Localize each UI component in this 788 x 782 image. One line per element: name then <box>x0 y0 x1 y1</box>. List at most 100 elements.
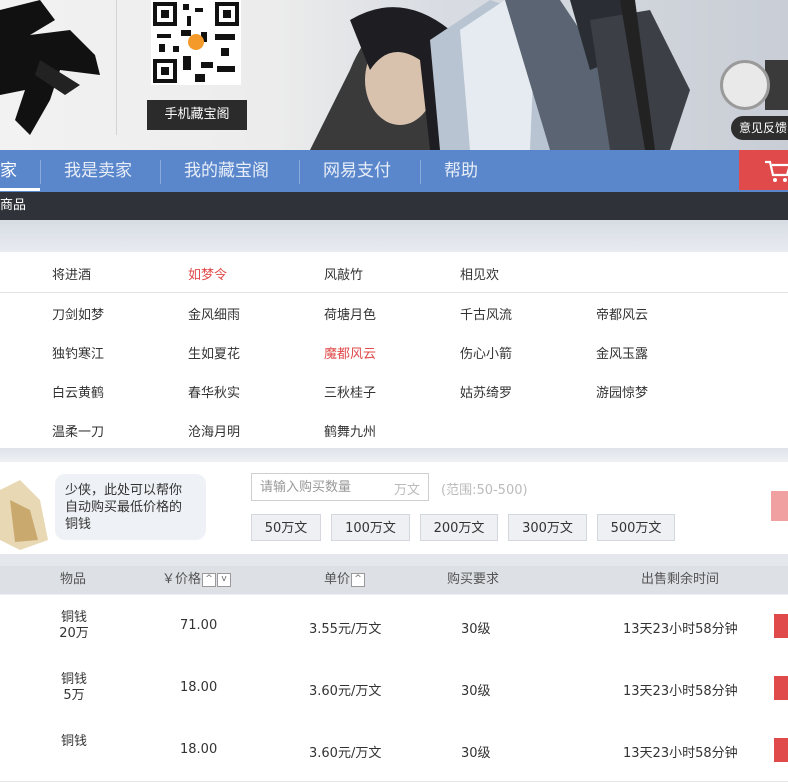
server-item[interactable]: 伤心小箭 <box>460 343 512 362</box>
table-header: 物品 ￥价格 ^ v 单价 ^ 购买要求 出售剩余时间 <box>0 566 788 594</box>
nav-item-my-cbg[interactable]: 我的藏宝阁 <box>184 150 269 192</box>
game-logo-calligraphy <box>0 0 100 135</box>
helper-text-line: 自动购买最低价格的 <box>65 500 183 515</box>
table-row[interactable]: 铜钱 20万 71.00 3.55元/万文 30级 13天23小时58分钟 <box>0 595 788 658</box>
mascot-image <box>0 480 48 550</box>
server-item[interactable]: 魔都风云 <box>324 343 376 362</box>
item-cell: 铜钱 20万 <box>44 610 104 642</box>
table-row[interactable]: 铜钱 5万 18.00 3.60元/万文 30级 13天23小时58分钟 <box>0 657 788 720</box>
quantity-range-hint: (范围:50-500) <box>441 483 528 498</box>
server-row-top: 将进酒 如梦令 风敲竹 相见欢 <box>0 252 788 293</box>
column-header-remaining: 出售剩余时间 <box>641 572 720 587</box>
nav-active-indicator <box>0 188 40 191</box>
requirement-cell: 30级 <box>461 684 491 699</box>
column-header-price[interactable]: ￥价格 ^ v <box>162 566 232 594</box>
quantity-unit: 万文 <box>393 483 420 498</box>
price-cell: 18.00 <box>180 680 218 695</box>
server-item[interactable]: 将进酒 <box>52 264 91 283</box>
server-item[interactable]: 沧海月明 <box>188 421 240 440</box>
server-item[interactable]: 金风玉露 <box>596 343 648 362</box>
nav-item-help[interactable]: 帮助 <box>444 150 478 192</box>
server-item[interactable]: 相见欢 <box>460 264 499 283</box>
amount-500-button[interactable]: 500万文 <box>597 514 675 541</box>
sort-asc-icon[interactable]: ^ <box>351 572 366 587</box>
sort-desc-icon[interactable]: v <box>217 572 232 587</box>
quantity-field: 万文 <box>251 473 429 501</box>
server-item[interactable]: 白云黄鹤 <box>52 382 104 401</box>
requirement-cell: 30级 <box>461 746 491 761</box>
main-nav: 家 我是卖家 我的藏宝阁 网易支付 帮助 <box>0 150 788 192</box>
helper-speech-bubble: 少侠，此处可以帮你 自动购买最低价格的 铜钱 <box>55 474 206 540</box>
nav-separator <box>420 160 421 184</box>
server-list: 将进酒 如梦令 风敲竹 相见欢 刀剑如梦 金风细雨 荷塘月色 千古风流 帝都风云… <box>0 252 788 448</box>
server-item[interactable]: 刀剑如梦 <box>52 304 104 323</box>
server-item[interactable]: 温柔一刀 <box>52 421 104 440</box>
server-item[interactable]: 姑苏绮罗 <box>460 382 512 401</box>
helper-text-line: 少侠，此处可以帮你 <box>65 483 183 498</box>
quantity-input[interactable] <box>252 474 398 500</box>
qr-code-icon <box>151 0 241 85</box>
column-header-item: 物品 <box>60 572 87 587</box>
item-cell: 铜钱 5万 <box>44 672 104 704</box>
feedback-button[interactable]: 意见反馈 <box>731 116 788 140</box>
server-item[interactable]: 鹤舞九州 <box>324 421 376 440</box>
server-item[interactable]: 春华秋实 <box>188 382 240 401</box>
server-item[interactable]: 如梦令 <box>188 264 227 283</box>
server-item[interactable]: 帝都风云 <box>596 304 648 323</box>
remaining-time-cell: 13天23小时58分钟 <box>623 746 738 761</box>
cart-button[interactable] <box>739 150 788 190</box>
server-item[interactable]: 风敲竹 <box>324 264 363 283</box>
unit-price-cell: 3.55元/万文 <box>309 622 382 637</box>
nav-item-home[interactable]: 家 <box>0 150 17 192</box>
server-item[interactable]: 金风细雨 <box>188 304 240 323</box>
hero-artwork-image <box>310 0 690 150</box>
feedback-icon[interactable] <box>720 60 770 110</box>
nav-separator <box>40 160 41 184</box>
nav-separator <box>160 160 161 184</box>
category-label[interactable]: 商品 <box>0 192 26 220</box>
column-header-requirement: 购买要求 <box>447 572 500 587</box>
item-name: 铜钱 <box>60 672 87 687</box>
server-item[interactable]: 荷塘月色 <box>324 304 376 323</box>
price-cell: 71.00 <box>180 618 218 633</box>
section-gap <box>0 448 788 462</box>
buy-button[interactable] <box>774 738 788 762</box>
price-header-label: ￥价格 <box>162 572 202 587</box>
remaining-time-cell: 13天23小时58分钟 <box>623 622 738 637</box>
item-quantity: 5万 <box>63 688 85 703</box>
unit-price-header-label: 单价 <box>324 572 351 587</box>
server-item[interactable]: 生如夏花 <box>188 343 240 362</box>
price-cell: 18.00 <box>180 742 218 757</box>
server-item[interactable]: 三秋桂子 <box>324 382 376 401</box>
item-quantity: 20万 <box>59 626 89 641</box>
buy-button[interactable] <box>774 676 788 700</box>
buy-button[interactable] <box>774 614 788 638</box>
unit-price-cell: 3.60元/万文 <box>309 684 382 699</box>
sort-asc-icon[interactable]: ^ <box>202 572 217 587</box>
section-gap <box>0 554 788 566</box>
item-name: 铜钱 <box>60 734 87 749</box>
item-cell: 铜钱 <box>44 734 104 750</box>
server-item[interactable]: 游园惊梦 <box>596 382 648 401</box>
decorative-band <box>0 220 788 252</box>
cart-icon <box>765 160 788 182</box>
item-name: 铜钱 <box>60 610 87 625</box>
amount-100-button[interactable]: 100万文 <box>331 514 410 541</box>
unit-price-cell: 3.60元/万文 <box>309 746 382 761</box>
header-divider <box>116 0 117 135</box>
amount-300-button[interactable]: 300万文 <box>508 514 587 541</box>
header-banner: 手机藏宝阁 意见反馈 <box>0 0 788 150</box>
server-item[interactable]: 千古风流 <box>460 304 512 323</box>
nav-item-payment[interactable]: 网易支付 <box>323 150 391 192</box>
table-row[interactable]: 铜钱 18.00 3.60元/万文 30级 13天23小时58分钟 <box>0 719 788 782</box>
nav-separator <box>299 160 300 184</box>
amount-200-button[interactable]: 200万文 <box>420 514 498 541</box>
mobile-app-button[interactable]: 手机藏宝阁 <box>147 100 247 130</box>
server-item[interactable]: 独钓寒江 <box>52 343 104 362</box>
amount-50-button[interactable]: 50万文 <box>251 514 321 541</box>
auto-buy-button[interactable] <box>771 491 788 521</box>
category-bar: 商品 <box>0 192 788 220</box>
column-header-unit-price[interactable]: 单价 ^ <box>324 566 366 594</box>
nav-item-seller[interactable]: 我是卖家 <box>64 150 132 192</box>
requirement-cell: 30级 <box>461 622 491 637</box>
